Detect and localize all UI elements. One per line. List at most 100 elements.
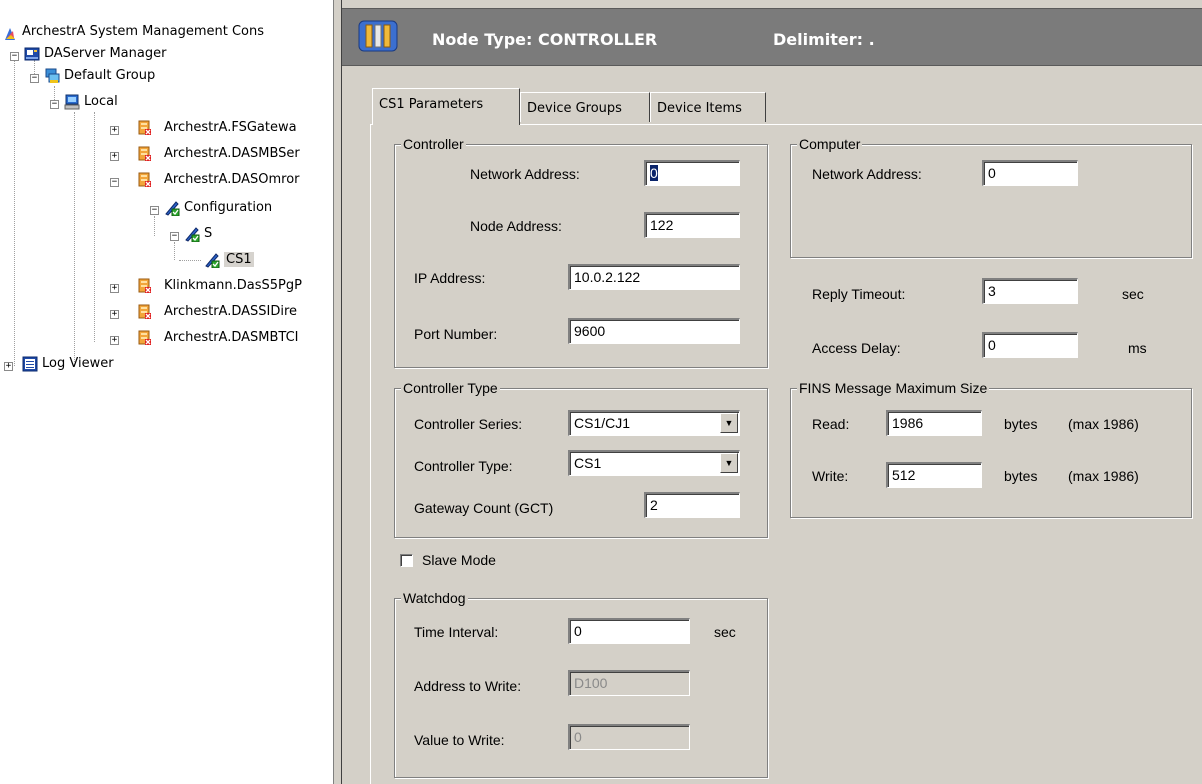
tree-label: Klinkmann.DasS5PgP <box>164 278 302 293</box>
group-title: FINS Message Maximum Size <box>797 380 990 396</box>
tree-label: Local <box>84 94 118 109</box>
computer-network-address-field[interactable]: 0 <box>982 160 1078 186</box>
fins-write-unit: bytes <box>1004 468 1038 484</box>
value-to-write-field[interactable]: 0 <box>568 724 690 750</box>
ip-address-field[interactable]: 10.0.2.122 <box>568 264 740 290</box>
controller-series-select[interactable]: CS1/CJ1 ▼ <box>568 410 740 436</box>
expand-icon[interactable]: + <box>110 126 119 135</box>
tree-item-daserver-manager[interactable]: − DAServer Manager <box>0 44 333 64</box>
tree-item-local[interactable]: − Local <box>0 92 333 112</box>
fins-write-field[interactable]: 512 <box>886 462 982 488</box>
group-title: Watchdog <box>401 590 468 606</box>
reply-timeout-unit: sec <box>1122 286 1144 302</box>
expand-icon[interactable]: + <box>110 310 119 319</box>
group-title: Computer <box>797 136 863 152</box>
node-type-title: Node Type: CONTROLLER <box>432 30 658 49</box>
select-value: CS1/CJ1 <box>574 415 631 431</box>
details-pane: Node Type: CONTROLLER Delimiter: . CS1 P… <box>342 0 1202 784</box>
time-interval-field[interactable]: 0 <box>568 618 690 644</box>
configuration-icon <box>165 201 180 216</box>
tree-item-cs1[interactable]: CS1 <box>0 250 333 270</box>
address-to-write-label: Address to Write: <box>414 678 522 694</box>
fins-write-max: (max 1986) <box>1068 468 1139 484</box>
controller-series-label: Controller Series: <box>414 416 523 432</box>
tab-device-items[interactable]: Device Items <box>650 92 766 122</box>
controller-network-address-field[interactable]: 0 <box>644 160 740 186</box>
slave-mode-label: Slave Mode <box>422 552 496 568</box>
tree-item-s[interactable]: − S <box>0 224 333 244</box>
collapse-icon[interactable]: − <box>10 52 19 61</box>
expand-icon[interactable]: + <box>4 362 13 371</box>
tree-item-klinkmann[interactable]: + Klinkmann.DasS5PgP <box>0 276 333 296</box>
expand-icon[interactable]: + <box>110 152 119 161</box>
access-delay-label: Access Delay: <box>812 340 901 356</box>
group-icon <box>45 68 60 83</box>
tree-label: DAServer Manager <box>44 46 167 61</box>
port-icon <box>185 227 200 242</box>
controller-icon <box>205 253 220 268</box>
tab-device-groups[interactable]: Device Groups <box>520 92 650 122</box>
access-delay-field[interactable]: 0 <box>982 332 1078 358</box>
fins-write-label: Write: <box>812 468 849 484</box>
port-number-field[interactable]: 9600 <box>568 318 740 344</box>
group-title: Controller <box>401 136 466 152</box>
field-value: 0 <box>650 165 658 181</box>
tree-item-dasomron[interactable]: − ArchestrA.DASOmror <box>0 170 333 190</box>
fins-message-group: FINS Message Maximum Size <box>790 380 1192 518</box>
tree-item-root[interactable]: ArchestrA System Management Cons <box>0 24 333 44</box>
tree-label: Configuration <box>184 200 273 215</box>
pane-splitter[interactable] <box>333 0 342 784</box>
tree-label: Default Group <box>64 68 156 83</box>
tree-item-dassidirect[interactable]: + ArchestrA.DASSIDire <box>0 302 333 322</box>
daserver-stopped-icon <box>138 330 151 345</box>
dropdown-arrow-icon[interactable]: ▼ <box>720 453 738 473</box>
node-address-field[interactable]: 122 <box>644 212 740 238</box>
tab-cs1-parameters[interactable]: CS1 Parameters <box>372 88 520 125</box>
controller-type-select[interactable]: CS1 ▼ <box>568 450 740 476</box>
tree-item-dasmbtcp[interactable]: + ArchestrA.DASMBTCI <box>0 328 333 348</box>
tree-label: ArchestrA.DASMBSer <box>164 146 300 161</box>
slave-mode-checkbox[interactable] <box>400 554 413 567</box>
tree-item-log-viewer[interactable]: + Log Viewer <box>0 354 333 374</box>
tree-label: ArchestrA.DASMBTCI <box>164 330 299 345</box>
daserver-stopped-icon <box>138 278 151 293</box>
tree-label: ArchestrA System Management Cons <box>22 24 264 39</box>
archestra-icon <box>5 28 15 40</box>
gateway-count-label: Gateway Count (GCT) <box>414 500 554 516</box>
dropdown-arrow-icon[interactable]: ▼ <box>720 413 738 433</box>
tree-item-fsgateway[interactable]: + ArchestrA.FSGatewa <box>0 118 333 138</box>
collapse-icon[interactable]: − <box>30 74 39 83</box>
value-to-write-label: Value to Write: <box>414 732 505 748</box>
collapse-icon[interactable]: − <box>110 178 119 187</box>
tree-label: ArchestrA.DASOmror <box>164 172 300 187</box>
collapse-icon[interactable]: − <box>50 100 59 109</box>
tree-label: ArchestrA.FSGatewa <box>164 120 297 135</box>
time-interval-label: Time Interval: <box>414 624 499 640</box>
daserver-stopped-icon <box>138 146 151 161</box>
computer-icon <box>64 94 80 110</box>
gateway-count-field[interactable]: 2 <box>644 492 740 518</box>
collapse-icon[interactable]: − <box>170 232 179 241</box>
address-to-write-field[interactable]: D100 <box>568 670 690 696</box>
daserver-stopped-icon <box>138 304 151 319</box>
fins-read-field[interactable]: 1986 <box>886 410 982 436</box>
tree-item-dasmbser[interactable]: + ArchestrA.DASMBSer <box>0 144 333 164</box>
access-delay-unit: ms <box>1128 340 1147 356</box>
tree-item-configuration[interactable]: − Configuration <box>0 198 333 218</box>
expand-icon[interactable]: + <box>110 284 119 293</box>
tree-label: ArchestrA.DASSIDire <box>164 304 298 319</box>
select-value: CS1 <box>574 455 602 471</box>
fins-read-label: Read: <box>812 416 850 432</box>
port-number-label: Port Number: <box>414 326 498 342</box>
tree-item-default-group[interactable]: − Default Group <box>0 66 333 86</box>
tab-label: CS1 Parameters <box>379 97 484 112</box>
expand-icon[interactable]: + <box>110 336 119 345</box>
node-type-icon <box>358 20 398 52</box>
log-viewer-icon <box>22 356 38 372</box>
collapse-icon[interactable]: − <box>150 206 159 215</box>
daserver-stopped-icon <box>138 172 151 187</box>
controller-type-label: Controller Type: <box>414 458 513 474</box>
tree-label: Log Viewer <box>42 356 114 371</box>
ip-address-label: IP Address: <box>414 270 486 286</box>
reply-timeout-field[interactable]: 3 <box>982 278 1078 304</box>
